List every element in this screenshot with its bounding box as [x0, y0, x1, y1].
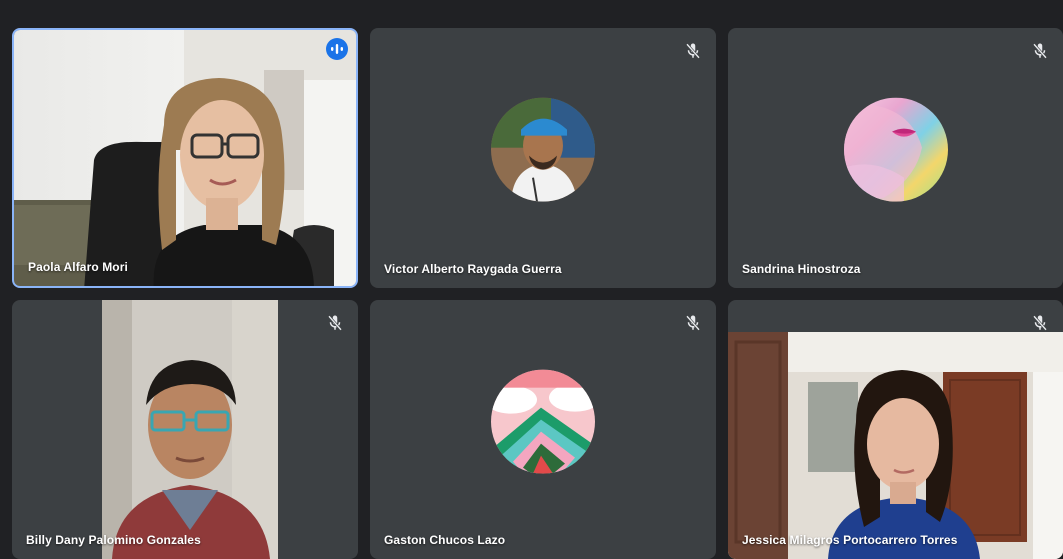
participant-grid: Paola Alfaro Mori Victor Alberto Raygada… [0, 14, 1063, 559]
microphone-off-icon [684, 42, 702, 60]
participant-name: Billy Dany Palomino Gonzales [26, 533, 201, 547]
participant-tile-gaston[interactable]: Gaston Chucos Lazo [370, 300, 716, 559]
participant-tile-jessica[interactable]: Jessica Milagros Portocarrero Torres [728, 300, 1063, 559]
participant-video [728, 332, 1063, 559]
participant-name: Paola Alfaro Mori [28, 260, 128, 274]
participant-avatar [843, 97, 948, 202]
video-frame [728, 332, 1063, 559]
microphone-off-icon [684, 314, 702, 332]
video-frame [14, 30, 356, 286]
participant-name: Gaston Chucos Lazo [384, 533, 506, 547]
video-frame [102, 300, 278, 559]
top-strip [0, 0, 1063, 14]
participant-name: Jessica Milagros Portocarrero Torres [742, 533, 958, 547]
microphone-off-icon [326, 314, 344, 332]
participant-tile-paola[interactable]: Paola Alfaro Mori [12, 28, 358, 288]
microphone-off-icon [1031, 314, 1049, 332]
participant-video [14, 30, 356, 286]
audio-level-icon [326, 38, 348, 60]
participant-name: Victor Alberto Raygada Guerra [384, 262, 562, 276]
participant-tile-victor[interactable]: Victor Alberto Raygada Guerra [370, 28, 716, 288]
microphone-off-icon [1031, 42, 1049, 60]
participant-avatar [491, 369, 595, 474]
participant-tile-billy[interactable]: Billy Dany Palomino Gonzales [12, 300, 358, 559]
participant-tile-sandrina[interactable]: Sandrina Hinostroza [728, 28, 1063, 288]
participant-name: Sandrina Hinostroza [742, 262, 861, 276]
meeting-stage: Paola Alfaro Mori Victor Alberto Raygada… [0, 0, 1063, 559]
participant-avatar [491, 97, 595, 202]
participant-video [102, 300, 278, 559]
